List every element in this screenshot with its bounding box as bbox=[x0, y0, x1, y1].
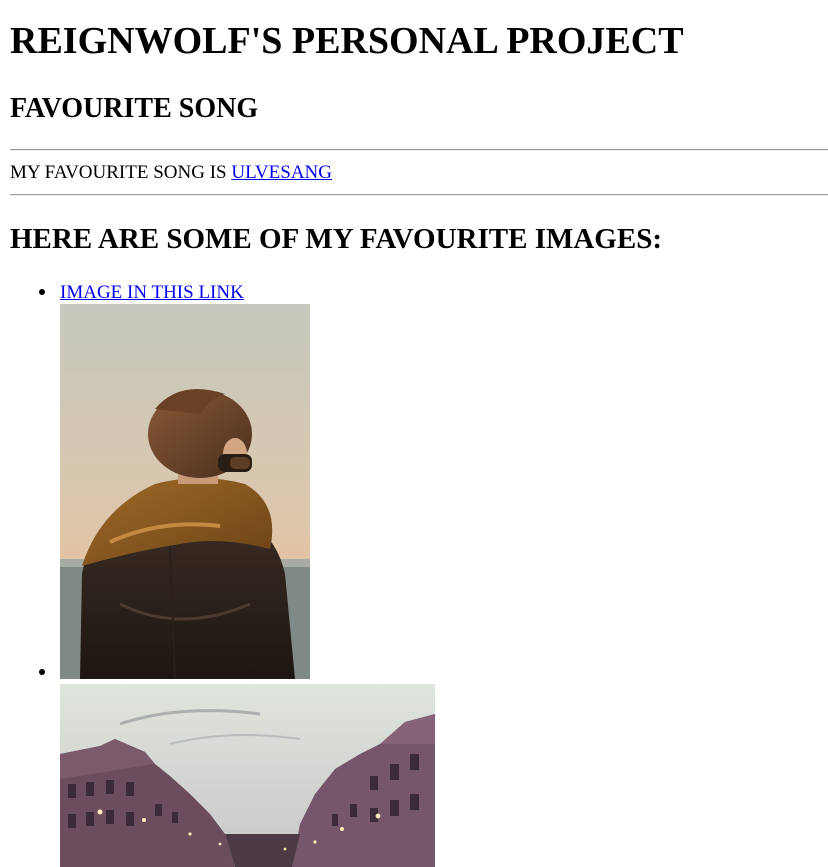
person-photo bbox=[60, 304, 310, 679]
list-bullet bbox=[39, 669, 45, 675]
song-link[interactable]: ULVESANG bbox=[231, 162, 332, 183]
song-prefix-text: MY FAVOURITE SONG IS bbox=[10, 162, 232, 183]
page-title: REIGNWOLF'S PERSONAL PROJECT bbox=[10, 20, 684, 62]
images-heading: HERE ARE SOME OF MY FAVOURITE IMAGES: bbox=[10, 223, 662, 255]
image-link[interactable]: IMAGE IN THIS LINK bbox=[60, 281, 244, 305]
divider-top bbox=[10, 149, 828, 151]
favourite-song-line: MY FAVOURITE SONG IS ULVESANG bbox=[10, 161, 332, 185]
list-bullet bbox=[39, 289, 45, 295]
page: REIGNWOLF'S PERSONAL PROJECT FAVOURITE S… bbox=[0, 0, 828, 867]
divider-bottom bbox=[10, 194, 828, 196]
city-street-photo bbox=[60, 684, 435, 867]
favourite-song-heading: FAVOURITE SONG bbox=[10, 93, 259, 124]
